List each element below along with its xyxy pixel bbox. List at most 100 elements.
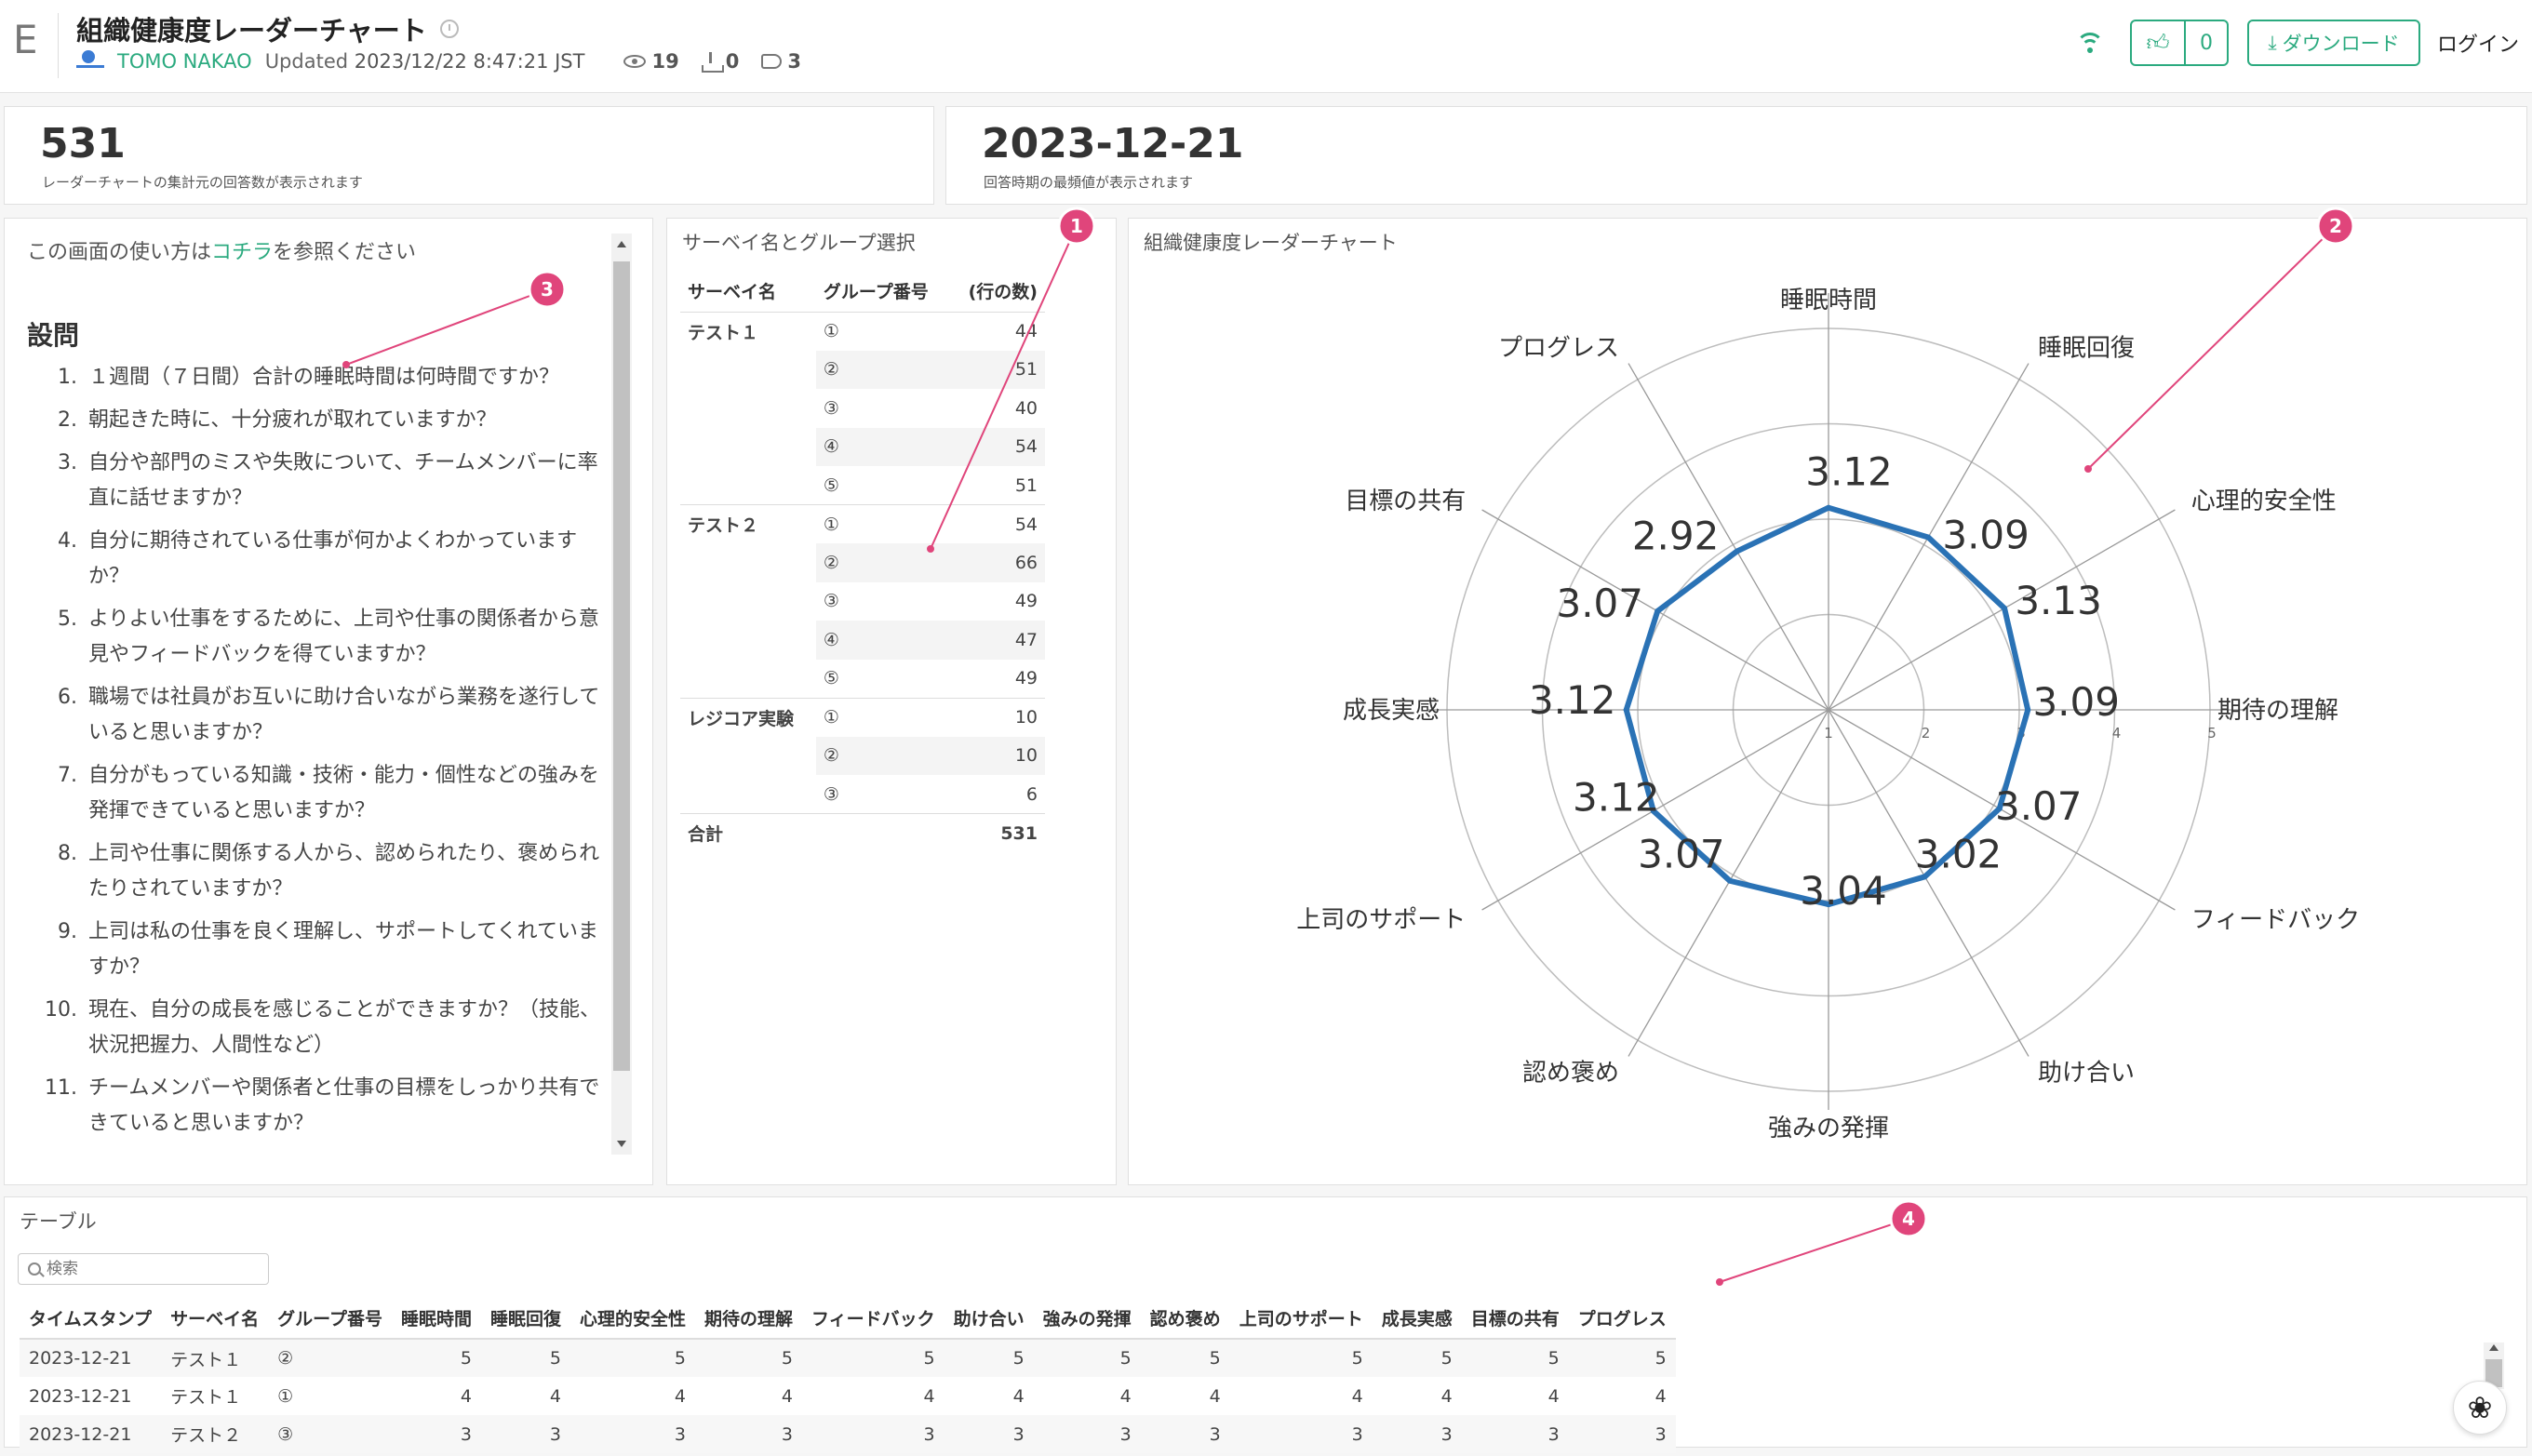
survey-group-row[interactable]: ③ 49 xyxy=(680,582,1045,621)
col-survey-name[interactable]: サーベイ名 xyxy=(680,271,816,313)
group-number-cell[interactable]: ⑤ xyxy=(816,466,951,505)
column-header[interactable]: 強みの発揮 xyxy=(1033,1298,1141,1340)
eye-icon xyxy=(623,55,647,68)
column-header[interactable]: グループ番号 xyxy=(268,1298,392,1340)
author-avatar-icon xyxy=(76,50,104,73)
table-row[interactable]: 2023-12-21 テスト１ ② 5 5 5 5 5 5 5 5 5 5 5 5 xyxy=(20,1339,1676,1377)
column-header[interactable]: 認め褒め xyxy=(1140,1298,1230,1340)
usage-intro: この画面の使い方はコチラを参照ください xyxy=(27,235,416,265)
group-number-cell[interactable]: ② xyxy=(815,350,951,389)
table-row[interactable]: 2023-12-21 テスト２ ③ 3 3 3 3 3 3 3 3 3 3 3 3 xyxy=(20,1415,1676,1453)
column-header[interactable]: 助け合い xyxy=(944,1298,1034,1340)
survey-name-cell[interactable] xyxy=(680,466,816,505)
scroll-up-icon[interactable] xyxy=(617,241,626,247)
column-header[interactable]: 目標の共有 xyxy=(1461,1298,1569,1340)
survey-group-row[interactable]: ② 51 xyxy=(680,350,1045,390)
group-number-cell[interactable]: ③ xyxy=(816,389,951,428)
survey-name-cell[interactable]: テスト１ xyxy=(680,312,816,351)
radar-data-point xyxy=(1826,504,1831,511)
survey-group-row[interactable]: ⑤ 49 xyxy=(680,660,1045,699)
column-header[interactable]: タイムスタンプ xyxy=(20,1298,162,1340)
survey-group-row[interactable]: ⑤ 51 xyxy=(680,466,1045,505)
radar-chart[interactable]: 1 2 3 4 5睡眠時間睡眠回復心理的安全性期待の理解フィードバック助け合い強みの発揮… xyxy=(1129,219,2528,1186)
scroll-up-icon[interactable] xyxy=(2489,1344,2499,1351)
survey-name-cell[interactable] xyxy=(680,660,816,699)
col-group-number[interactable]: グループ番号 xyxy=(815,271,951,313)
scrollbar-thumb[interactable] xyxy=(613,261,630,1071)
survey-group-row[interactable]: ② 10 xyxy=(680,736,1045,776)
table-row[interactable]: 2023-12-21 テスト１ ① 4 4 4 4 4 4 4 4 4 4 4 4 xyxy=(20,1377,1676,1415)
table-cell: 3 xyxy=(1140,1415,1230,1453)
column-header[interactable]: 上司のサポート xyxy=(1229,1298,1373,1340)
row-count-cell: 66 xyxy=(950,543,1045,582)
group-number-cell[interactable]: ④ xyxy=(815,621,951,660)
table-cell: 4 xyxy=(1655,1385,1667,1407)
search-input[interactable] xyxy=(47,1260,261,1278)
column-header[interactable]: 睡眠時間 xyxy=(391,1298,481,1340)
help-link[interactable]: コチラ xyxy=(211,241,273,264)
group-number-cell[interactable]: ③ xyxy=(816,582,951,621)
group-number-cell[interactable]: ② xyxy=(815,736,951,775)
group-number-cell[interactable]: ① xyxy=(815,504,951,543)
survey-group-row[interactable]: ④ 47 xyxy=(680,621,1045,660)
column-header[interactable]: 心理的安全性 xyxy=(569,1298,695,1340)
group-number-cell[interactable]: ② xyxy=(815,543,951,582)
survey-name-cell[interactable] xyxy=(680,775,816,814)
table-cell: 5 xyxy=(1372,1339,1462,1377)
survey-group-row[interactable]: テスト２ ① 54 xyxy=(680,504,1045,543)
survey-group-panel: サーベイ名とグループ選択 サーベイ名 グループ番号 (行の数) テスト１ ① 44 ②… xyxy=(666,218,1117,1185)
survey-name-cell[interactable]: レジコア実験 xyxy=(680,697,816,737)
survey-name-cell[interactable] xyxy=(680,389,816,428)
radar-data-point xyxy=(1925,534,1932,541)
survey-name-cell[interactable] xyxy=(680,582,816,621)
row-count-cell: 49 xyxy=(1014,668,1038,688)
kpi-card-date: 2023-12-21 回答時期の最頻値が表示されます xyxy=(945,106,2527,205)
survey-group-row[interactable]: レジコア実験 ① 10 xyxy=(680,697,1045,737)
column-header[interactable]: サーベイ名 xyxy=(161,1298,269,1340)
table-cell: 5 xyxy=(1033,1339,1141,1377)
column-header[interactable]: 成長実感 xyxy=(1372,1298,1462,1340)
survey-name-cell[interactable] xyxy=(680,351,816,390)
kpi-description: レーダーチャートの集計元の回答数が表示されます xyxy=(42,174,363,191)
radar-value-label: 3.02 xyxy=(1915,831,2003,876)
col-row-count[interactable]: (行の数) xyxy=(950,271,1045,313)
tags-stat[interactable]: 3 xyxy=(761,50,801,73)
survey-group-row[interactable]: ③ 40 xyxy=(680,389,1045,428)
app-logo[interactable]: E xyxy=(13,17,50,69)
clock-icon[interactable] xyxy=(439,20,459,38)
survey-table-header: サーベイ名 グループ番号 (行の数) xyxy=(680,271,1045,313)
table-cell: 5 xyxy=(480,1339,570,1377)
column-header[interactable]: プログレス xyxy=(1568,1298,1676,1340)
ai-assistant-icon[interactable]: ❀ xyxy=(2453,1381,2507,1435)
questions-scrollbar[interactable] xyxy=(611,234,632,1155)
question-number: 4. xyxy=(58,529,77,553)
group-number-cell[interactable]: ⑤ xyxy=(816,660,951,699)
group-number-cell[interactable]: ① xyxy=(816,312,951,351)
survey-group-row[interactable]: ③6 xyxy=(680,775,1045,814)
table-cell: ③ xyxy=(268,1415,392,1453)
survey-group-row[interactable]: テスト１ ① 44 xyxy=(680,312,1045,351)
like-button-group[interactable]: 👍︎ 0 xyxy=(2129,20,2229,66)
author-link[interactable]: TOMO NAKAO xyxy=(117,50,252,73)
table-cell: テスト１ xyxy=(161,1339,269,1377)
survey-name-cell[interactable]: テスト２ xyxy=(680,504,816,543)
survey-name-cell[interactable] xyxy=(680,737,816,776)
group-number-cell[interactable]: ④ xyxy=(815,427,951,466)
column-header[interactable]: 睡眠回復 xyxy=(480,1298,570,1340)
login-link[interactable]: ログイン xyxy=(2437,28,2519,58)
survey-name-cell[interactable] xyxy=(680,428,816,467)
download-button[interactable]: ⤓ ダウンロード xyxy=(2246,20,2420,66)
thumbs-up-icon[interactable]: 👍︎ xyxy=(2132,21,2186,64)
group-number-cell[interactable]: ③ xyxy=(816,775,951,814)
question-number: 1. xyxy=(58,366,77,389)
survey-group-row[interactable]: ④ 54 xyxy=(680,427,1045,467)
survey-name-cell[interactable] xyxy=(680,621,816,660)
scroll-down-icon[interactable] xyxy=(617,1141,626,1147)
survey-name-cell[interactable] xyxy=(680,543,816,582)
column-header[interactable]: フィードバック xyxy=(802,1298,944,1340)
table-cell: 5 xyxy=(1568,1339,1676,1377)
column-header[interactable]: 期待の理解 xyxy=(695,1298,803,1340)
group-number-cell[interactable]: ① xyxy=(815,697,951,737)
table-search[interactable] xyxy=(18,1253,269,1285)
survey-group-row[interactable]: ② 66 xyxy=(680,543,1045,582)
